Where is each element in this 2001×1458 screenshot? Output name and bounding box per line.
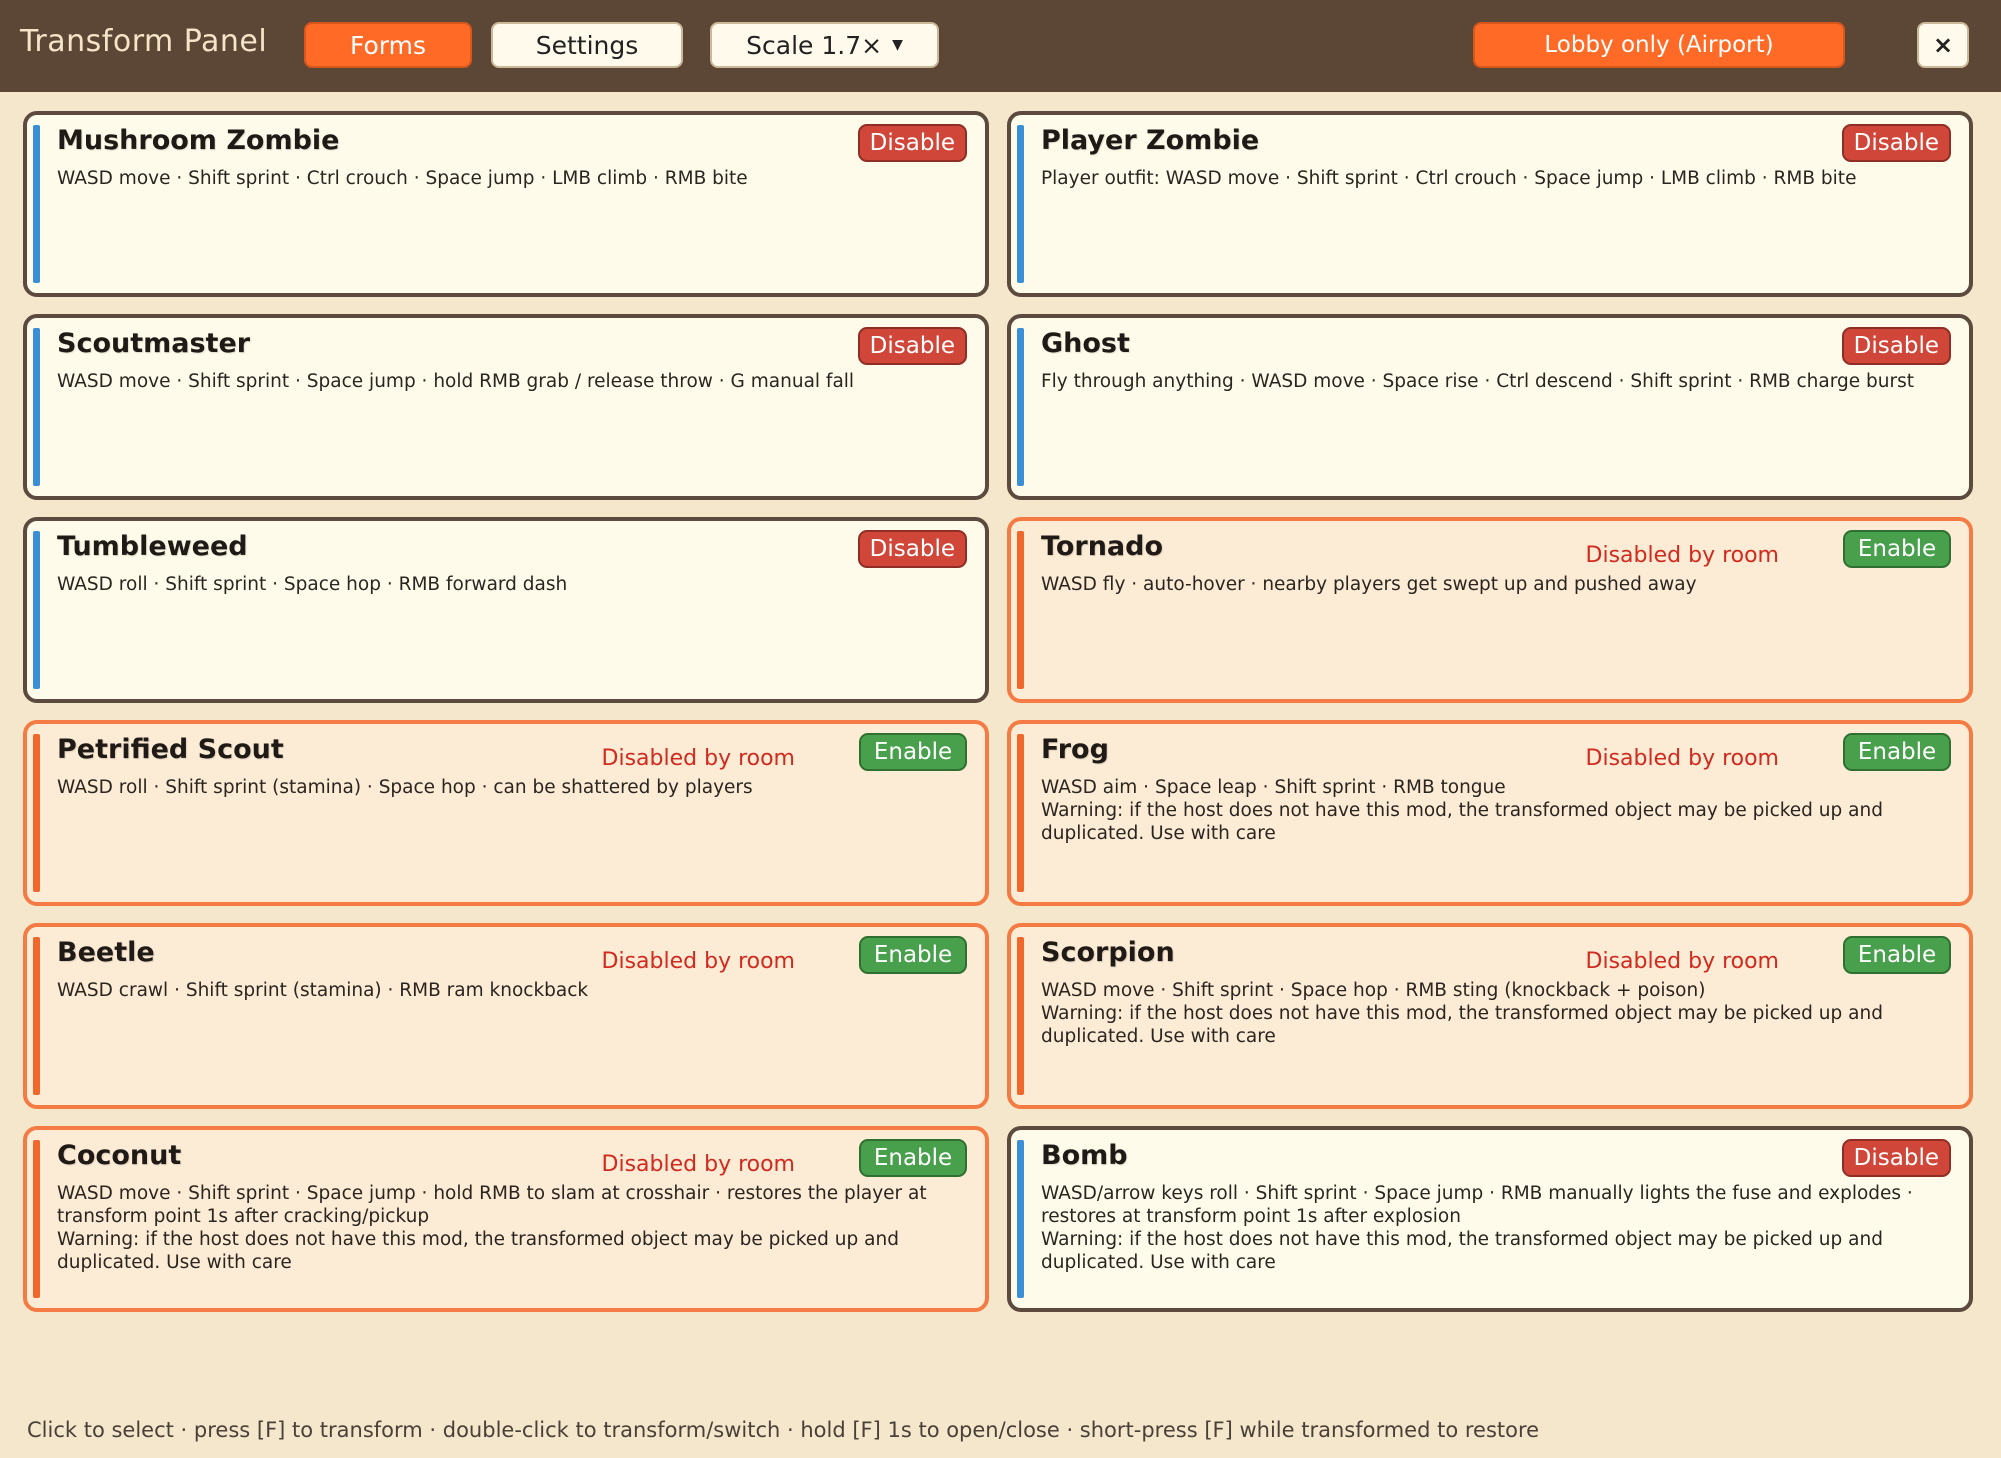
card-accent-stripe — [1017, 328, 1024, 486]
card-accent-stripe — [1017, 734, 1024, 892]
enable-button[interactable]: Enable — [859, 733, 967, 771]
form-controls-description: WASD roll · Shift sprint · Space hop · R… — [57, 574, 568, 595]
enable-button[interactable]: Enable — [1843, 530, 1951, 568]
footer-hint: Click to select · press [F] to transform… — [27, 1418, 1540, 1442]
disable-button[interactable]: Disable — [1841, 124, 1951, 162]
disable-button[interactable]: Disable — [1841, 327, 1951, 365]
form-card-coconut[interactable]: Coconut WASD move · Shift sprint · Space … — [23, 1126, 989, 1312]
form-name: Tornado — [1041, 531, 1164, 562]
form-controls-description: Player outfit: WASD move · Shift sprint … — [1041, 168, 1857, 189]
form-controls-description: Fly through anything · WASD move · Space… — [1041, 371, 1914, 392]
form-name: Scoutmaster — [57, 328, 251, 359]
form-name: Coconut — [57, 1140, 182, 1171]
card-accent-stripe — [1017, 125, 1024, 283]
disabled-by-room-status: Disabled by room — [601, 746, 795, 771]
enable-button[interactable]: Enable — [1843, 936, 1951, 974]
form-card-ghost[interactable]: Ghost Fly through anything · WASD move · … — [1007, 314, 1973, 500]
panel-title: Transform Panel — [20, 24, 268, 59]
form-card-petrified-scout[interactable]: Petrified Scout WASD roll · Shift sprint … — [23, 720, 989, 906]
disabled-by-room-status: Disabled by room — [601, 1152, 795, 1177]
card-accent-stripe — [33, 1140, 40, 1298]
close-icon[interactable]: × — [1917, 22, 1969, 68]
enable-button[interactable]: Enable — [1843, 733, 1951, 771]
form-card-player-zombie[interactable]: Player Zombie Player outfit: WASD move · … — [1007, 111, 1973, 297]
disable-button[interactable]: Disable — [857, 530, 967, 568]
form-card-frog[interactable]: Frog WASD aim · Space leap · Shift sprint… — [1007, 720, 1973, 906]
card-accent-stripe — [33, 125, 40, 283]
form-name: Tumbleweed — [57, 531, 248, 562]
disabled-by-room-status: Disabled by room — [1585, 949, 1779, 974]
form-card-scoutmaster[interactable]: Scoutmaster WASD move · Shift sprint · Sp… — [23, 314, 989, 500]
disable-button[interactable]: Disable — [1841, 1139, 1951, 1177]
form-name: Petrified Scout — [57, 734, 284, 765]
lobby-only-button[interactable]: Lobby only (Airport) — [1473, 22, 1845, 68]
enable-button[interactable]: Enable — [859, 936, 967, 974]
form-controls-description: WASD fly · auto-hover · nearby players g… — [1041, 574, 1697, 595]
card-accent-stripe — [33, 937, 40, 1095]
chevron-down-icon: ▼ — [892, 37, 903, 53]
form-card-bomb[interactable]: Bomb WASD/arrow keys roll · Shift sprint … — [1007, 1126, 1973, 1312]
form-controls-description: WASD roll · Shift sprint (stamina) · Spa… — [57, 777, 753, 798]
header-bar: Transform Panel Forms Settings Scale 1.7… — [0, 0, 2001, 92]
tab-forms[interactable]: Forms — [304, 22, 472, 68]
card-accent-stripe — [33, 531, 40, 689]
form-card-scorpion[interactable]: Scorpion WASD move · Shift sprint · Space… — [1007, 923, 1973, 1109]
disable-button[interactable]: Disable — [857, 327, 967, 365]
form-controls-description: WASD move · Shift sprint · Ctrl crouch ·… — [57, 168, 748, 189]
form-name: Ghost — [1041, 328, 1130, 359]
form-name: Scorpion — [1041, 937, 1175, 968]
form-name: Player Zombie — [1041, 125, 1260, 156]
form-name: Bomb — [1041, 1140, 1128, 1171]
card-accent-stripe — [1017, 531, 1024, 689]
form-card-tumbleweed[interactable]: Tumbleweed WASD roll · Shift sprint · Spa… — [23, 517, 989, 703]
form-controls-description: WASD aim · Space leap · Shift sprint · R… — [1041, 777, 1883, 844]
form-controls-description: WASD/arrow keys roll · Shift sprint · Sp… — [1041, 1183, 1913, 1273]
form-card-beetle[interactable]: Beetle WASD crawl · Shift sprint (stamina… — [23, 923, 989, 1109]
disabled-by-room-status: Disabled by room — [1585, 543, 1779, 568]
tab-settings[interactable]: Settings — [491, 22, 683, 68]
form-controls-description: WASD move · Shift sprint · Space hop · R… — [1041, 980, 1883, 1047]
form-card-mushroom-zombie[interactable]: Mushroom Zombie WASD move · Shift sprint … — [23, 111, 989, 297]
card-accent-stripe — [33, 328, 40, 486]
form-name: Mushroom Zombie — [57, 125, 340, 156]
scale-dropdown[interactable]: Scale 1.7× ▼ — [710, 22, 939, 68]
disable-button[interactable]: Disable — [857, 124, 967, 162]
disabled-by-room-status: Disabled by room — [601, 949, 795, 974]
form-name: Beetle — [57, 937, 155, 968]
form-controls-description: WASD move · Shift sprint · Space jump · … — [57, 1183, 927, 1273]
disabled-by-room-status: Disabled by room — [1585, 746, 1779, 771]
scale-value: Scale 1.7× — [746, 30, 883, 60]
form-card-tornado[interactable]: Tornado WASD fly · auto-hover · nearby pl… — [1007, 517, 1973, 703]
card-accent-stripe — [1017, 1140, 1024, 1298]
card-accent-stripe — [33, 734, 40, 892]
form-controls-description: WASD crawl · Shift sprint (stamina) · RM… — [57, 980, 589, 1001]
enable-button[interactable]: Enable — [859, 1139, 967, 1177]
card-accent-stripe — [1017, 937, 1024, 1095]
form-controls-description: WASD move · Shift sprint · Space jump · … — [57, 371, 855, 392]
form-name: Frog — [1041, 734, 1109, 765]
